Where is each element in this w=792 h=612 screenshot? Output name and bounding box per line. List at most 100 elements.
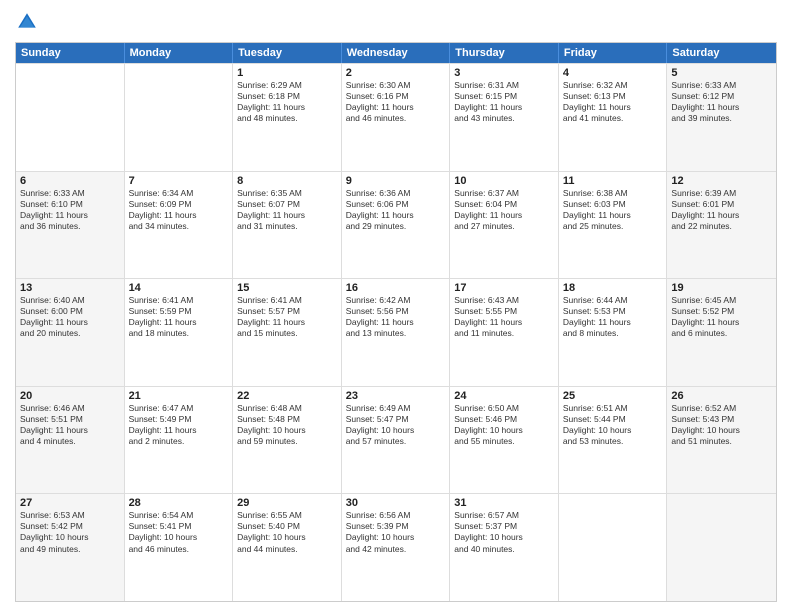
cell-line: Daylight: 11 hours	[237, 102, 337, 113]
day-number: 16	[346, 282, 446, 294]
cell-line: Daylight: 11 hours	[563, 317, 663, 328]
cell-line: Daylight: 10 hours	[454, 532, 554, 543]
calendar-row-1: 6Sunrise: 6:33 AMSunset: 6:10 PMDaylight…	[16, 171, 776, 279]
day-number: 24	[454, 390, 554, 402]
cell-line: and 29 minutes.	[346, 221, 446, 232]
day-number: 14	[129, 282, 229, 294]
calendar-row-0: 1Sunrise: 6:29 AMSunset: 6:18 PMDaylight…	[16, 63, 776, 171]
cal-cell-3-6: 26Sunrise: 6:52 AMSunset: 5:43 PMDayligh…	[667, 387, 776, 494]
cal-cell-3-2: 22Sunrise: 6:48 AMSunset: 5:48 PMDayligh…	[233, 387, 342, 494]
cal-cell-3-1: 21Sunrise: 6:47 AMSunset: 5:49 PMDayligh…	[125, 387, 234, 494]
cal-cell-2-5: 18Sunrise: 6:44 AMSunset: 5:53 PMDayligh…	[559, 279, 668, 386]
cell-line: Sunrise: 6:33 AM	[671, 80, 772, 91]
cal-cell-1-3: 9Sunrise: 6:36 AMSunset: 6:06 PMDaylight…	[342, 172, 451, 279]
weekday-header-monday: Monday	[125, 43, 234, 63]
day-number: 28	[129, 497, 229, 509]
day-number: 29	[237, 497, 337, 509]
cell-line: and 59 minutes.	[237, 436, 337, 447]
cell-line: Sunrise: 6:51 AM	[563, 403, 663, 414]
calendar-row-3: 20Sunrise: 6:46 AMSunset: 5:51 PMDayligh…	[16, 386, 776, 494]
calendar-row-4: 27Sunrise: 6:53 AMSunset: 5:42 PMDayligh…	[16, 493, 776, 601]
cell-line: Sunset: 6:12 PM	[671, 91, 772, 102]
cell-line: Daylight: 10 hours	[237, 532, 337, 543]
cell-line: and 6 minutes.	[671, 328, 772, 339]
cell-line: and 39 minutes.	[671, 113, 772, 124]
day-number: 13	[20, 282, 120, 294]
cell-line: Sunrise: 6:54 AM	[129, 510, 229, 521]
cell-line: and 18 minutes.	[129, 328, 229, 339]
cell-line: and 46 minutes.	[129, 544, 229, 555]
cell-line: Sunset: 5:48 PM	[237, 414, 337, 425]
cell-line: Daylight: 11 hours	[20, 210, 120, 221]
day-number: 12	[671, 175, 772, 187]
cell-line: and 13 minutes.	[346, 328, 446, 339]
cell-line: and 48 minutes.	[237, 113, 337, 124]
cell-line: Daylight: 11 hours	[671, 210, 772, 221]
day-number: 6	[20, 175, 120, 187]
cell-line: Sunset: 5:42 PM	[20, 521, 120, 532]
cal-cell-0-4: 3Sunrise: 6:31 AMSunset: 6:15 PMDaylight…	[450, 64, 559, 171]
cell-line: Sunrise: 6:52 AM	[671, 403, 772, 414]
cell-line: Sunrise: 6:30 AM	[346, 80, 446, 91]
cal-cell-0-1	[125, 64, 234, 171]
cell-line: Sunset: 6:15 PM	[454, 91, 554, 102]
cell-line: and 22 minutes.	[671, 221, 772, 232]
day-number: 11	[563, 175, 663, 187]
cell-line: Daylight: 11 hours	[346, 102, 446, 113]
day-number: 22	[237, 390, 337, 402]
cell-line: and 36 minutes.	[20, 221, 120, 232]
cell-line: Sunrise: 6:38 AM	[563, 188, 663, 199]
cell-line: Sunrise: 6:41 AM	[237, 295, 337, 306]
page: SundayMondayTuesdayWednesdayThursdayFrid…	[0, 0, 792, 612]
cell-line: Daylight: 11 hours	[20, 425, 120, 436]
cell-line: and 2 minutes.	[129, 436, 229, 447]
cal-cell-1-5: 11Sunrise: 6:38 AMSunset: 6:03 PMDayligh…	[559, 172, 668, 279]
cell-line: Sunset: 5:41 PM	[129, 521, 229, 532]
cell-line: Daylight: 11 hours	[454, 317, 554, 328]
cell-line: Daylight: 10 hours	[346, 425, 446, 436]
cell-line: Sunrise: 6:53 AM	[20, 510, 120, 521]
cal-cell-1-0: 6Sunrise: 6:33 AMSunset: 6:10 PMDaylight…	[16, 172, 125, 279]
day-number: 30	[346, 497, 446, 509]
cell-line: Sunrise: 6:56 AM	[346, 510, 446, 521]
day-number: 2	[346, 67, 446, 79]
cal-cell-3-5: 25Sunrise: 6:51 AMSunset: 5:44 PMDayligh…	[559, 387, 668, 494]
cell-line: Sunrise: 6:41 AM	[129, 295, 229, 306]
logo-icon	[15, 10, 39, 34]
day-number: 20	[20, 390, 120, 402]
cell-line: Sunrise: 6:29 AM	[237, 80, 337, 91]
day-number: 5	[671, 67, 772, 79]
cell-line: Sunrise: 6:36 AM	[346, 188, 446, 199]
cell-line: Sunset: 6:09 PM	[129, 199, 229, 210]
cal-cell-2-2: 15Sunrise: 6:41 AMSunset: 5:57 PMDayligh…	[233, 279, 342, 386]
cell-line: and 42 minutes.	[346, 544, 446, 555]
cell-line: and 27 minutes.	[454, 221, 554, 232]
cell-line: and 57 minutes.	[346, 436, 446, 447]
cell-line: and 51 minutes.	[671, 436, 772, 447]
cell-line: and 25 minutes.	[563, 221, 663, 232]
day-number: 7	[129, 175, 229, 187]
logo	[15, 10, 43, 34]
weekday-header-wednesday: Wednesday	[342, 43, 451, 63]
calendar-row-2: 13Sunrise: 6:40 AMSunset: 6:00 PMDayligh…	[16, 278, 776, 386]
cal-cell-4-1: 28Sunrise: 6:54 AMSunset: 5:41 PMDayligh…	[125, 494, 234, 601]
cell-line: Daylight: 11 hours	[454, 210, 554, 221]
day-number: 23	[346, 390, 446, 402]
cal-cell-0-3: 2Sunrise: 6:30 AMSunset: 6:16 PMDaylight…	[342, 64, 451, 171]
cal-cell-0-5: 4Sunrise: 6:32 AMSunset: 6:13 PMDaylight…	[559, 64, 668, 171]
cell-line: Sunset: 6:04 PM	[454, 199, 554, 210]
cell-line: Sunrise: 6:45 AM	[671, 295, 772, 306]
day-number: 19	[671, 282, 772, 294]
cell-line: Sunrise: 6:50 AM	[454, 403, 554, 414]
cell-line: and 55 minutes.	[454, 436, 554, 447]
cell-line: Daylight: 11 hours	[671, 317, 772, 328]
cell-line: Daylight: 11 hours	[671, 102, 772, 113]
day-number: 3	[454, 67, 554, 79]
cal-cell-2-6: 19Sunrise: 6:45 AMSunset: 5:52 PMDayligh…	[667, 279, 776, 386]
cell-line: Sunset: 6:06 PM	[346, 199, 446, 210]
day-number: 17	[454, 282, 554, 294]
cell-line: Sunset: 5:40 PM	[237, 521, 337, 532]
cell-line: Daylight: 10 hours	[20, 532, 120, 543]
cal-cell-3-0: 20Sunrise: 6:46 AMSunset: 5:51 PMDayligh…	[16, 387, 125, 494]
cell-line: Sunset: 5:43 PM	[671, 414, 772, 425]
